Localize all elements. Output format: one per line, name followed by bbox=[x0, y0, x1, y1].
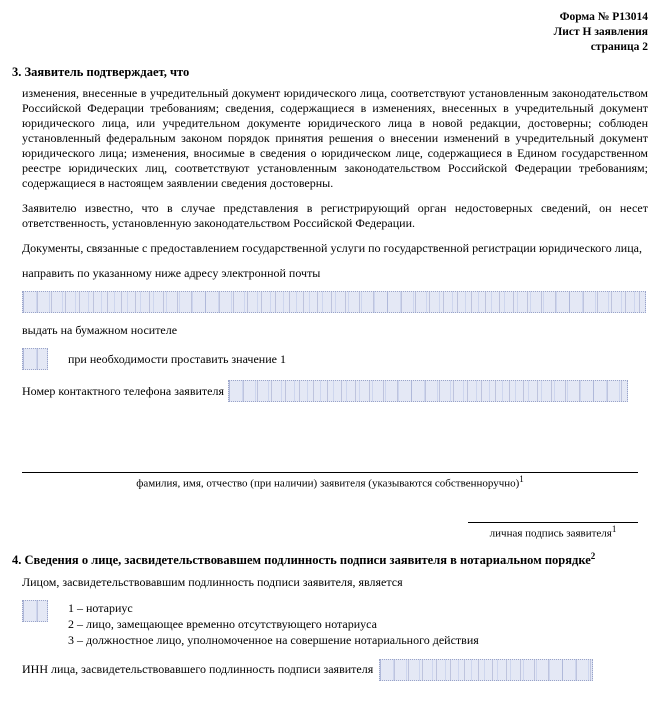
footnote-1b-icon: 1 bbox=[612, 524, 617, 534]
form-page: Форма № Р13014 Лист Н заявления страница… bbox=[0, 0, 660, 711]
paper-output-label: выдать на бумажном носителе bbox=[22, 323, 648, 338]
signature-name-line: фамилия, имя, отчество (при наличии) зая… bbox=[22, 472, 638, 491]
witness-option-1: 1 – нотариус bbox=[68, 600, 479, 616]
section-4-title: 4. Сведения о лице, засвидетельствовавше… bbox=[12, 551, 648, 569]
signature-name-caption: фамилия, имя, отчество (при наличии) зая… bbox=[136, 478, 519, 490]
phone-label: Номер контактного телефона заявителя bbox=[22, 384, 224, 399]
section-4-title-text: 4. Сведения о лице, засвидетельствовавше… bbox=[12, 553, 591, 567]
section-3-title: 3. Заявитель подтверждает, что bbox=[12, 65, 648, 81]
witness-inn-input[interactable] bbox=[379, 659, 593, 681]
page-header: Форма № Р13014 Лист Н заявления страница… bbox=[12, 10, 648, 55]
witness-options: 1 – нотариус 2 – лицо, замещающее времен… bbox=[68, 600, 479, 649]
form-number: Форма № Р13014 bbox=[12, 10, 648, 25]
paper-output-hint: при необходимости проставить значение 1 bbox=[68, 352, 286, 367]
paper-output-checkbox[interactable] bbox=[22, 348, 48, 370]
email-input[interactable] bbox=[22, 291, 646, 313]
sheet-label: Лист Н заявления bbox=[12, 25, 648, 40]
personal-signature-caption: личная подпись заявителя bbox=[490, 528, 612, 540]
section-3-paragraph-confirmation: изменения, внесенные в учредительный док… bbox=[22, 86, 648, 191]
witness-type-input[interactable] bbox=[22, 600, 48, 622]
witness-intro: Лицом, засвидетельствовавшим подлинность… bbox=[22, 575, 648, 590]
footnote-2-icon: 2 bbox=[591, 551, 596, 561]
email-label: направить по указанному ниже адресу элек… bbox=[22, 266, 648, 281]
footnote-1-icon: 1 bbox=[519, 474, 524, 484]
page-number: страница 2 bbox=[12, 40, 648, 55]
documents-line: Документы, связанные с предоставлением г… bbox=[22, 241, 648, 256]
witness-option-3: 3 – должностное лицо, уполномоченное на … bbox=[68, 632, 479, 648]
section-3-paragraph-liability: Заявителю известно, что в случае предста… bbox=[22, 201, 648, 231]
witness-option-2: 2 – лицо, замещающее временно отсутствую… bbox=[68, 616, 479, 632]
personal-signature-block: личная подпись заявителя1 bbox=[12, 522, 638, 541]
witness-inn-label: ИНН лица, засвидетельствовавшего подлинн… bbox=[22, 662, 373, 677]
phone-input[interactable] bbox=[228, 380, 628, 402]
